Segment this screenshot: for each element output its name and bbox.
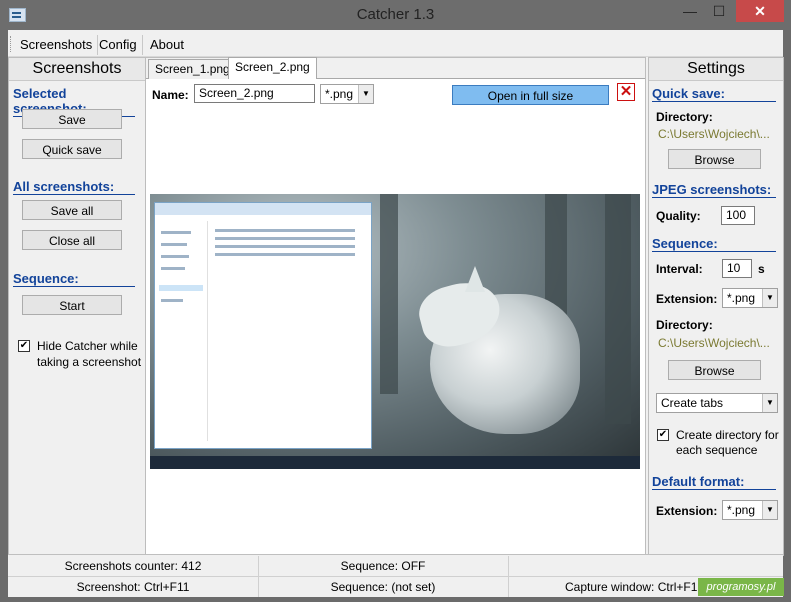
menu-about[interactable]: About xyxy=(145,35,189,55)
screenshots-counter: Screenshots counter: 412 xyxy=(8,556,259,577)
hide-catcher-checkbox[interactable]: ✔ xyxy=(18,340,30,352)
tab-screen-1[interactable]: Screen_1.png xyxy=(148,59,237,79)
interval-input[interactable]: 10 xyxy=(722,259,752,278)
explorer-window-thumbnail xyxy=(154,202,372,449)
create-directory-label-line2: each sequence xyxy=(676,443,758,457)
app-window: Catcher 1.3 — ☐ ✕ Screenshots Config Abo… xyxy=(0,0,791,602)
quick-save-directory-path: C:\Users\Wojciech\... xyxy=(658,127,770,141)
menu-bar: Screenshots Config About xyxy=(8,32,783,57)
screenshots-panel: Screenshots Selected screenshot: Save Qu… xyxy=(8,57,146,556)
start-sequence-button[interactable]: Start xyxy=(22,295,122,315)
file-row xyxy=(215,237,355,240)
chevron-down-icon: ▼ xyxy=(762,394,777,412)
sequence-directory-path: C:\Users\Wojciech\... xyxy=(658,336,770,350)
close-window-button[interactable]: ✕ xyxy=(736,0,784,22)
file-row xyxy=(215,253,355,256)
nav-row xyxy=(161,299,183,302)
menu-grip-icon xyxy=(10,36,14,52)
window-title: Catcher 1.3 xyxy=(356,6,435,23)
open-full-size-button[interactable]: Open in full size xyxy=(452,85,609,105)
sequence-hotkey: Sequence: (not set) xyxy=(258,577,509,597)
close-screenshot-icon[interactable]: ✕ xyxy=(617,83,635,101)
default-extension-label: Extension: xyxy=(656,504,718,518)
title-bar[interactable]: Catcher 1.3 — ☐ ✕ xyxy=(0,0,791,30)
hide-catcher-label-line2: taking a screenshot xyxy=(37,355,142,369)
name-input[interactable]: Screen_2.png xyxy=(194,84,315,103)
extension-select[interactable]: *.png ▼ xyxy=(320,84,374,104)
sequence-directory-label: Directory: xyxy=(656,318,713,332)
explorer-nav-pane xyxy=(155,221,208,441)
chevron-down-icon: ▼ xyxy=(762,289,777,307)
create-directory-checkbox[interactable]: ✔ xyxy=(657,429,669,441)
explorer-title-bar xyxy=(155,203,371,215)
status-empty-cell xyxy=(508,556,783,577)
save-all-button[interactable]: Save all xyxy=(22,200,122,220)
sequence-settings-label: Sequence: xyxy=(652,236,776,252)
save-button[interactable]: Save xyxy=(22,109,122,129)
watermark-logo: programosy.pl xyxy=(698,578,784,596)
tree-shape xyxy=(605,194,631,424)
tabs-mode-value: Create tabs xyxy=(661,396,724,410)
sequence-status: Sequence: OFF xyxy=(258,556,509,577)
tab-strip: Screen_1.png Screen_2.png xyxy=(146,57,645,79)
quality-label: Quality: xyxy=(656,209,701,223)
tab-screen-2[interactable]: Screen_2.png xyxy=(228,57,317,79)
taskbar-thumbnail xyxy=(150,456,640,469)
chevron-down-icon: ▼ xyxy=(762,501,777,519)
wolf-ear-shape xyxy=(465,266,485,292)
menu-config[interactable]: Config xyxy=(94,35,143,55)
minimize-button[interactable]: — xyxy=(676,0,704,22)
status-bar: Screenshots counter: 412 Sequence: OFF S… xyxy=(8,554,783,597)
quick-save-browse-button[interactable]: Browse xyxy=(668,149,761,169)
nav-row xyxy=(161,255,189,258)
hide-catcher-label-line1: Hide Catcher while xyxy=(37,339,138,353)
quick-save-section-label: Quick save: xyxy=(652,86,776,102)
nav-row xyxy=(161,267,185,270)
name-label: Name: xyxy=(152,88,189,102)
quick-save-button[interactable]: Quick save xyxy=(22,139,122,159)
file-row xyxy=(215,229,355,232)
extension-select-value: *.png xyxy=(325,87,354,101)
sequence-browse-button[interactable]: Browse xyxy=(668,360,761,380)
default-format-label: Default format: xyxy=(652,474,776,490)
maximize-button[interactable]: ☐ xyxy=(705,0,733,22)
close-all-button[interactable]: Close all xyxy=(22,230,122,250)
screenshots-panel-title: Screenshots xyxy=(9,58,145,81)
nav-row xyxy=(161,231,191,234)
default-extension-select[interactable]: *.png ▼ xyxy=(722,500,778,520)
nav-row-selected xyxy=(159,285,203,291)
interval-label: Interval: xyxy=(656,262,703,276)
quick-save-directory-label: Directory: xyxy=(656,110,713,124)
settings-panel: Settings Quick save: Directory: C:\Users… xyxy=(648,57,784,556)
all-screenshots-label: All screenshots: xyxy=(13,179,135,195)
default-extension-value: *.png xyxy=(727,503,756,517)
create-directory-label-line1: Create directory for xyxy=(676,428,779,442)
screenshot-preview-image xyxy=(150,194,640,469)
tree-shape xyxy=(380,194,398,394)
screenshot-hotkey: Screenshot: Ctrl+F11 xyxy=(8,577,259,597)
chevron-down-icon: ▼ xyxy=(358,85,373,103)
settings-panel-title: Settings xyxy=(649,58,783,81)
extension-label: Extension: xyxy=(656,292,718,306)
sequence-extension-value: *.png xyxy=(727,291,756,305)
menu-screenshots[interactable]: Screenshots xyxy=(15,35,99,55)
quality-input[interactable]: 100 xyxy=(721,206,755,225)
file-row xyxy=(215,245,355,248)
tabs-mode-select[interactable]: Create tabs ▼ xyxy=(656,393,778,413)
nav-row xyxy=(161,243,187,246)
interval-unit: s xyxy=(758,262,765,276)
jpeg-section-label: JPEG screenshots: xyxy=(652,182,776,198)
sequence-label: Sequence: xyxy=(13,271,135,287)
sequence-extension-select[interactable]: *.png ▼ xyxy=(722,288,778,308)
